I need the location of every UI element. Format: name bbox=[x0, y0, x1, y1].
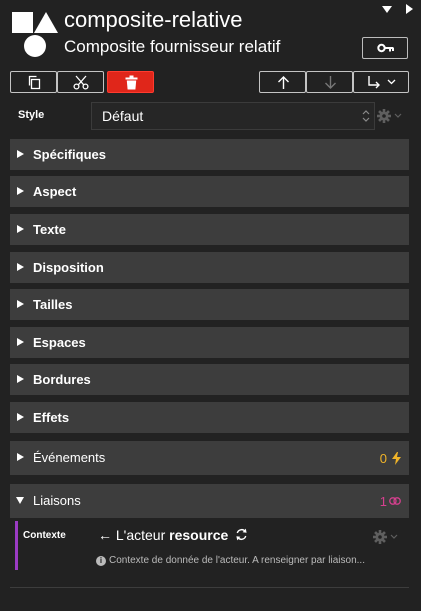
section-liaisons[interactable]: Liaisons 1 bbox=[10, 484, 409, 518]
expand-triangle-icon bbox=[17, 453, 24, 461]
style-row: Style Défaut bbox=[0, 102, 421, 130]
contexte-value-bold: resource bbox=[169, 527, 229, 543]
refresh-icon[interactable] bbox=[235, 528, 248, 541]
move-down-button[interactable] bbox=[306, 71, 353, 93]
contexte-help: i Contexte de donnée de l'acteur. A rense… bbox=[96, 555, 365, 566]
section-label: Bordures bbox=[33, 372, 91, 387]
collapse-triangle-icon bbox=[16, 497, 24, 504]
expand-triangle-icon bbox=[17, 375, 24, 383]
expand-triangle-icon bbox=[17, 150, 24, 158]
chevron-down-icon bbox=[387, 79, 396, 85]
arrow-up-icon bbox=[278, 76, 289, 89]
composite-shapes-icon bbox=[12, 12, 58, 57]
info-icon: i bbox=[96, 556, 106, 566]
return-arrow-icon bbox=[368, 76, 380, 89]
section-aspect[interactable]: Aspect bbox=[10, 176, 409, 207]
scissors-icon bbox=[73, 75, 89, 90]
move-up-button[interactable] bbox=[259, 71, 306, 93]
contexte-help-text: Contexte de donnée de l'acteur. A rensei… bbox=[109, 555, 365, 566]
expand-triangle-icon bbox=[17, 187, 24, 195]
copy-button[interactable] bbox=[10, 71, 57, 93]
section-effets[interactable]: Effets bbox=[10, 402, 409, 433]
style-label: Style bbox=[18, 109, 45, 121]
section-specifiques[interactable]: Spécifiques bbox=[10, 139, 409, 170]
bindings-count: 1 bbox=[379, 494, 387, 509]
events-count: 0 bbox=[379, 451, 387, 466]
style-gear-icon[interactable] bbox=[377, 109, 405, 123]
trash-icon bbox=[125, 75, 138, 90]
contexte-value[interactable]: ← L'acteur resource bbox=[98, 527, 248, 543]
arrow-down-icon bbox=[325, 76, 336, 89]
contexte-value-prefix: L'acteur bbox=[115, 527, 166, 543]
style-select[interactable]: Défaut bbox=[91, 102, 375, 130]
key-button[interactable] bbox=[362, 37, 408, 59]
section-label: Liaisons bbox=[33, 493, 81, 508]
section-disposition[interactable]: Disposition bbox=[10, 252, 409, 283]
section-label: Spécifiques bbox=[33, 147, 106, 162]
section-bordures[interactable]: Bordures bbox=[10, 364, 409, 395]
section-espaces[interactable]: Espaces bbox=[10, 327, 409, 358]
cut-button[interactable] bbox=[57, 71, 104, 93]
expand-triangle-icon bbox=[17, 300, 24, 308]
delete-button[interactable] bbox=[107, 71, 154, 93]
move-into-button[interactable] bbox=[353, 71, 409, 93]
contexte-gear-icon[interactable] bbox=[373, 530, 401, 544]
section-label: Tailles bbox=[33, 297, 73, 312]
arrow-left-icon: ← bbox=[98, 527, 112, 543]
style-value: Défaut bbox=[102, 108, 144, 124]
divider bbox=[10, 587, 409, 588]
section-evenements[interactable]: Événements 0 bbox=[10, 441, 409, 475]
expand-triangle-icon bbox=[17, 263, 24, 271]
expand-triangle-icon bbox=[17, 413, 24, 421]
updown-icon bbox=[362, 110, 370, 122]
expand-triangle-icon bbox=[17, 225, 24, 233]
section-label: Effets bbox=[33, 410, 70, 425]
lightning-icon bbox=[392, 452, 401, 465]
component-type: Composite fournisseur relatif bbox=[64, 37, 281, 56]
copy-icon bbox=[28, 75, 41, 90]
expand-triangle-icon bbox=[17, 338, 24, 346]
binding-accent-bar bbox=[15, 521, 18, 570]
section-texte[interactable]: Texte bbox=[10, 214, 409, 245]
section-label: Espaces bbox=[33, 335, 86, 350]
inspector-header: composite-relative Composite fournisseur… bbox=[0, 0, 421, 66]
contexte-label: Contexte bbox=[23, 530, 66, 541]
component-name: composite-relative bbox=[64, 7, 243, 32]
collapse-down-icon[interactable] bbox=[381, 3, 393, 15]
section-tailles[interactable]: Tailles bbox=[10, 289, 409, 320]
key-icon bbox=[377, 43, 394, 53]
action-toolbar bbox=[0, 71, 421, 93]
link-icon bbox=[389, 497, 401, 505]
section-label: Disposition bbox=[33, 260, 104, 275]
section-label: Aspect bbox=[33, 184, 77, 199]
section-label: Événements bbox=[33, 450, 106, 465]
section-label: Texte bbox=[33, 222, 66, 237]
expand-right-icon[interactable] bbox=[403, 3, 415, 15]
